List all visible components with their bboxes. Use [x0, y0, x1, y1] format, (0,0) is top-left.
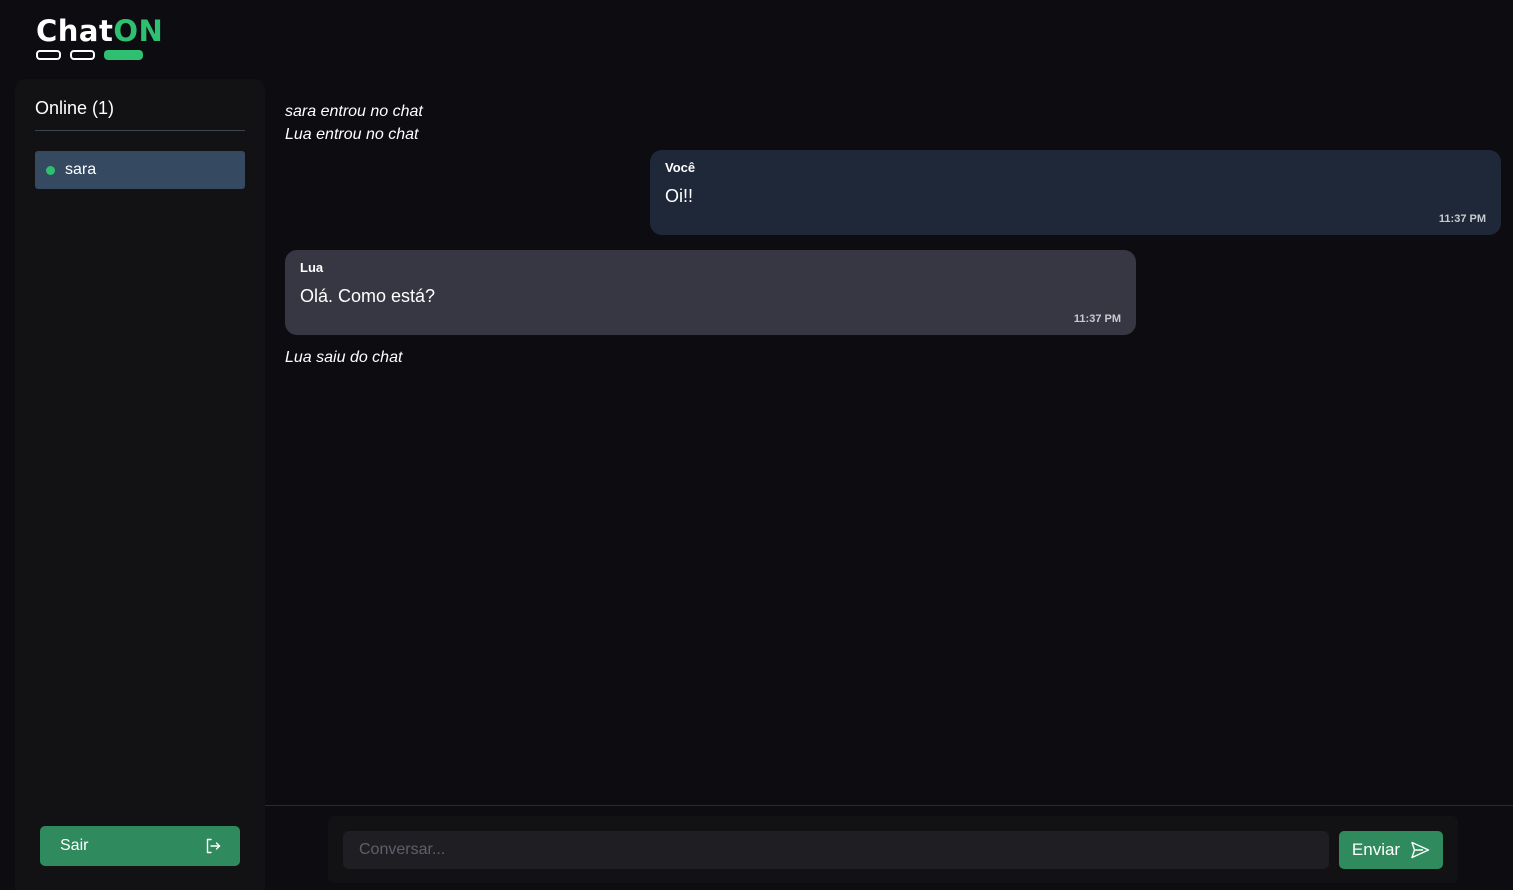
send-button-label: Enviar	[1351, 840, 1401, 859]
online-count-title: Online (1)	[35, 98, 115, 118]
sidebar-divider	[35, 130, 245, 131]
logo-text: ChatON	[36, 14, 163, 48]
logout-button[interactable]: Sair	[40, 826, 240, 866]
message-sender: Você	[665, 160, 696, 175]
logo-text-chat: Chat	[36, 14, 114, 48]
message-timestamp: 11:37 PM	[1438, 213, 1486, 225]
message-input[interactable]	[343, 831, 1329, 869]
logout-button-label: Sair	[60, 837, 89, 854]
online-user-name: sara	[65, 161, 97, 178]
logo-bar-outline-1	[36, 50, 61, 60]
online-status-dot	[46, 165, 55, 175]
online-user-item[interactable]: sara	[35, 151, 245, 189]
message-composer: Enviar	[328, 816, 1458, 883]
logo-text-on: ON	[113, 14, 164, 48]
logo-bar-filled	[104, 50, 143, 60]
logo-bar-outline-2	[70, 50, 95, 60]
own-message-bubble: Você Oi!! 11:37 PM	[650, 150, 1501, 235]
online-users-sidebar: Online (1) sara Sair	[15, 79, 265, 890]
messages-area: sara entrou no chat Lua entrou no chat V…	[265, 79, 1513, 805]
logout-icon	[206, 838, 221, 854]
send-icon	[1411, 841, 1430, 859]
message-text: Olá. Como está?	[300, 286, 436, 306]
system-message: Lua entrou no chat	[285, 126, 419, 143]
message-text: Oi!!	[665, 186, 694, 206]
message-sender: Lua	[300, 260, 324, 275]
composer-divider	[265, 805, 1513, 806]
send-button[interactable]: Enviar	[1339, 831, 1443, 869]
chat-app: ChatON Online (1) sara Sair sara entrou …	[0, 0, 1513, 890]
system-message: Lua saiu do chat	[285, 349, 403, 366]
logo-bars	[36, 50, 146, 60]
message-timestamp: 11:37 PM	[1073, 313, 1121, 325]
system-message: sara entrou no chat	[285, 103, 423, 120]
received-message-bubble: Lua Olá. Como está? 11:37 PM	[285, 250, 1136, 335]
app-logo: ChatON	[36, 14, 163, 64]
online-user-list: sara	[35, 151, 245, 189]
